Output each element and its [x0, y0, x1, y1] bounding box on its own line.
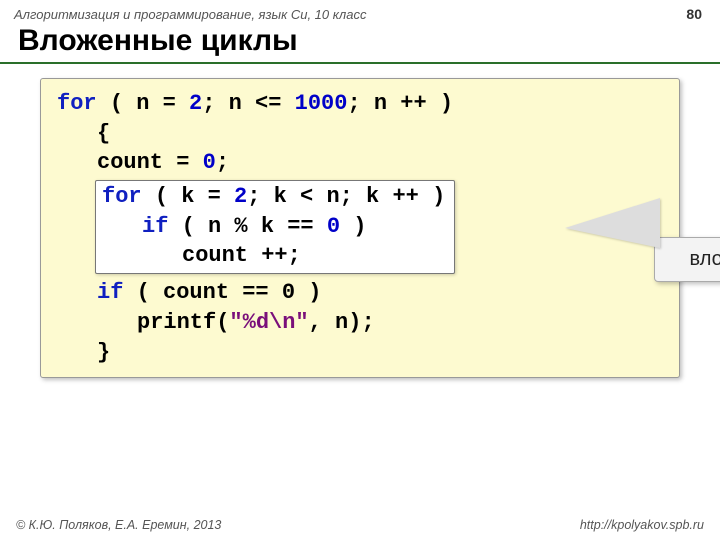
code-line: for ( n = 2; n <= 1000; n ++ ) [57, 89, 663, 119]
code-line: count ++; [102, 241, 448, 271]
code-block: for ( n = 2; n <= 1000; n ++ ) { count =… [40, 78, 680, 378]
code-line: printf("%d\n", n); [57, 308, 663, 338]
copyright: © К.Ю. Поляков, Е.А. Еремин, 2013 [16, 518, 221, 532]
course-label: Алгоритмизация и программирование, язык … [14, 7, 366, 22]
slide-header: Алгоритмизация и программирование, язык … [0, 0, 720, 24]
code-line: } [57, 338, 663, 368]
keyword-for: for [102, 184, 142, 209]
slide-footer: © К.Ю. Поляков, Е.А. Еремин, 2013 http:/… [0, 518, 720, 532]
slide-title: Вложенные циклы [0, 24, 720, 62]
code-line: if ( count == 0 ) [57, 278, 663, 308]
keyword-for: for [57, 91, 97, 116]
title-rule [0, 62, 720, 64]
keyword-if: if [97, 280, 123, 305]
callout-nested-loop: вложенный цикл [654, 237, 720, 282]
code-line: { [57, 119, 663, 149]
code-line: count = 0; [57, 148, 663, 178]
footer-url: http://kpolyakov.spb.ru [580, 518, 704, 532]
keyword-if: if [142, 214, 168, 239]
code-line: if ( n % k == 0 ) [102, 212, 448, 242]
code-line: for ( k = 2; k < n; k ++ ) [102, 182, 448, 212]
slide: Алгоритмизация и программирование, язык … [0, 0, 720, 540]
page-number: 80 [686, 6, 702, 22]
